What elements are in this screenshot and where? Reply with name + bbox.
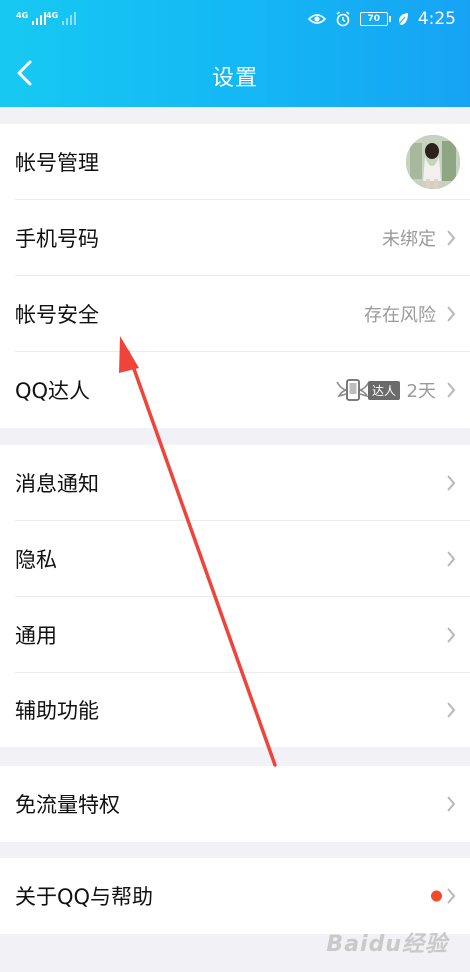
row-label: 关于QQ与帮助 [15,885,154,909]
row-value: 2天 [406,381,436,402]
chevron-right-icon [447,475,456,491]
row-value: 存在风险 [364,305,436,326]
row-value: 未绑定 [382,229,436,250]
header-bar: 4G 4G 70 4:25 设置 [0,0,470,107]
settings-group-account: 帐号管理 手机号码 未绑定 帐号安全 存在风险 QQ达人 达人 2天 [0,124,470,428]
settings-row-privacy[interactable]: 隐私 [0,521,470,597]
chevron-right-icon [447,888,456,904]
avatar-image [406,135,460,189]
network-type-label: 4G [16,11,29,20]
settings-row-about-help[interactable]: 关于QQ与帮助 [0,858,470,934]
watermark: Baidu经验 [326,932,448,957]
row-label: 手机号码 [15,227,99,251]
row-label: 消息通知 [15,472,99,496]
row-label: 帐号管理 [15,151,99,175]
chevron-right-icon [447,382,456,398]
settings-row-general[interactable]: 通用 [0,597,470,673]
row-label: 隐私 [15,548,57,572]
settings-group-data: 免流量特权 [0,766,470,842]
chevron-right-icon [447,796,456,812]
row-label: 免流量特权 [15,793,120,817]
alarm-icon [336,11,350,27]
row-label: 辅助功能 [15,699,99,723]
chevron-right-icon [447,230,456,246]
row-label: 通用 [15,624,57,648]
notification-dot [431,890,442,902]
settings-group-general: 消息通知 隐私 通用 辅助功能 [0,445,470,747]
settings-row-accessibility[interactable]: 辅助功能 [0,673,470,747]
leaf-icon [397,13,408,26]
eye-icon [307,14,326,24]
row-label: 帐号安全 [15,303,99,327]
expert-tag: 达人 [367,380,400,400]
network-type-label: 4G [46,11,59,20]
status-right: 70 4:25 [307,9,456,29]
settings-row-qq-expert[interactable]: QQ达人 达人 2天 [0,352,470,428]
chevron-right-icon [447,306,456,322]
settings-row-notifications[interactable]: 消息通知 [0,445,470,521]
settings-row-account-management[interactable]: 帐号管理 [0,124,470,200]
chevron-right-icon [447,627,456,643]
settings-row-free-data[interactable]: 免流量特权 [0,766,470,842]
avatar [406,135,460,189]
row-label: QQ达人 [15,379,91,403]
settings-row-account-security[interactable]: 帐号安全 存在风险 [0,276,470,352]
battery-level: 70 [367,14,381,24]
page-title: 设置 [211,66,258,91]
settings-group-about: 关于QQ与帮助 [0,858,470,934]
chevron-right-icon [447,551,456,567]
chevron-right-icon [447,702,456,718]
winged-phone-icon [336,379,370,401]
battery-icon: 70 [359,12,391,26]
expert-badge: 达人 [335,377,400,403]
settings-row-phone-number[interactable]: 手机号码 未绑定 [0,200,470,276]
signal-icon: 4G [46,11,77,25]
clock-time: 4:25 [417,9,456,29]
signal-icon: 4G [16,11,47,25]
status-bar: 4G 4G 70 4:25 [0,0,470,42]
